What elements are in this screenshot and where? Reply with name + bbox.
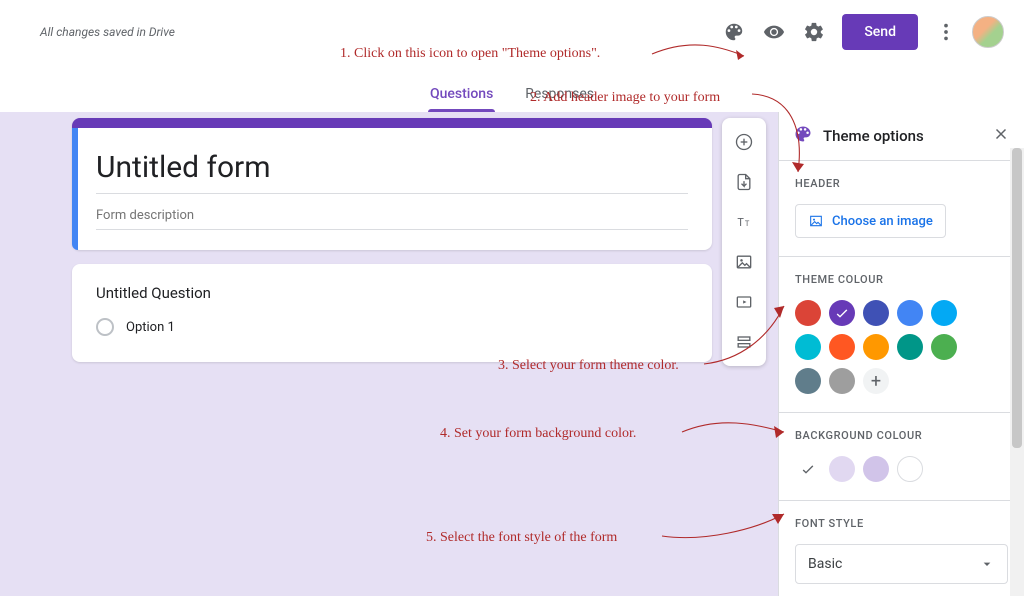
tabs-bar: Questions Responses <box>0 64 1024 112</box>
tab-questions[interactable]: Questions <box>428 86 495 112</box>
palette-icon <box>793 124 813 148</box>
font-style-select[interactable]: Basic <box>795 544 1008 584</box>
background-colour-label: BACKGROUND COLOUR <box>795 429 1008 442</box>
option-label: Option 1 <box>126 320 175 335</box>
add-video-icon[interactable] <box>724 282 764 322</box>
add-image-icon[interactable] <box>724 242 764 282</box>
theme-colour-swatch[interactable] <box>863 334 889 360</box>
import-questions-icon[interactable] <box>724 162 764 202</box>
panel-scrollbar[interactable] <box>1010 148 1024 596</box>
floating-toolbar: TT <box>722 118 766 366</box>
more-menu-icon[interactable] <box>926 12 966 52</box>
theme-colour-swatch[interactable] <box>897 300 923 326</box>
question-title: Untitled Question <box>96 284 688 302</box>
form-description-input[interactable] <box>96 200 688 230</box>
background-colour-swatch[interactable] <box>829 456 855 482</box>
tab-responses[interactable]: Responses <box>523 86 596 112</box>
form-title-input[interactable] <box>96 146 688 194</box>
question-option-row[interactable]: Option 1 <box>96 318 688 336</box>
settings-gear-icon[interactable] <box>794 12 834 52</box>
header-section-label: HEADER <box>795 177 1008 190</box>
chevron-down-icon <box>979 556 995 572</box>
theme-panel: Theme options HEADER Choose an image THE… <box>778 112 1024 596</box>
form-canvas: Untitled Question Option 1 TT <box>0 112 778 596</box>
add-custom-colour[interactable]: + <box>863 368 889 394</box>
theme-colour-swatch[interactable] <box>897 334 923 360</box>
section-theme-colour: THEME COLOUR + <box>779 257 1024 413</box>
save-status-label: All changes saved in Drive <box>40 25 175 39</box>
theme-colour-swatch[interactable] <box>795 368 821 394</box>
background-colour-swatch[interactable] <box>863 456 889 482</box>
form-title-card[interactable] <box>72 118 712 250</box>
theme-colour-swatch[interactable] <box>795 300 821 326</box>
add-question-icon[interactable] <box>724 122 764 162</box>
theme-panel-title: Theme options <box>823 127 982 145</box>
send-button[interactable]: Send <box>842 14 918 50</box>
radio-icon <box>96 318 114 336</box>
theme-colour-label: THEME COLOUR <box>795 273 1008 286</box>
theme-palette-icon[interactable] <box>714 12 754 52</box>
theme-panel-header: Theme options <box>779 112 1024 161</box>
question-card[interactable]: Untitled Question Option 1 <box>72 264 712 362</box>
background-colour-swatches <box>795 456 985 482</box>
close-icon[interactable] <box>992 125 1010 147</box>
theme-colour-swatches: + <box>795 300 985 394</box>
preview-eye-icon[interactable] <box>754 12 794 52</box>
theme-colour-swatch[interactable] <box>829 300 855 326</box>
section-header: HEADER Choose an image <box>779 161 1024 257</box>
app-header: All changes saved in Drive Send <box>0 0 1024 64</box>
theme-colour-swatch[interactable] <box>863 300 889 326</box>
background-colour-swatch[interactable] <box>897 456 923 482</box>
section-font-style: FONT STYLE Basic <box>779 501 1024 596</box>
theme-colour-swatch[interactable] <box>931 334 957 360</box>
add-section-icon[interactable] <box>724 322 764 362</box>
choose-image-button[interactable]: Choose an image <box>795 204 946 238</box>
svg-text:T: T <box>737 216 744 229</box>
theme-colour-swatch[interactable] <box>931 300 957 326</box>
add-title-icon[interactable]: TT <box>724 202 764 242</box>
background-colour-swatch[interactable] <box>795 456 821 482</box>
section-background-colour: BACKGROUND COLOUR <box>779 413 1024 501</box>
theme-colour-swatch[interactable] <box>829 368 855 394</box>
font-style-label: FONT STYLE <box>795 517 1008 530</box>
theme-colour-swatch[interactable] <box>829 334 855 360</box>
svg-text:T: T <box>745 219 750 228</box>
avatar[interactable] <box>972 16 1004 48</box>
theme-colour-swatch[interactable] <box>795 334 821 360</box>
